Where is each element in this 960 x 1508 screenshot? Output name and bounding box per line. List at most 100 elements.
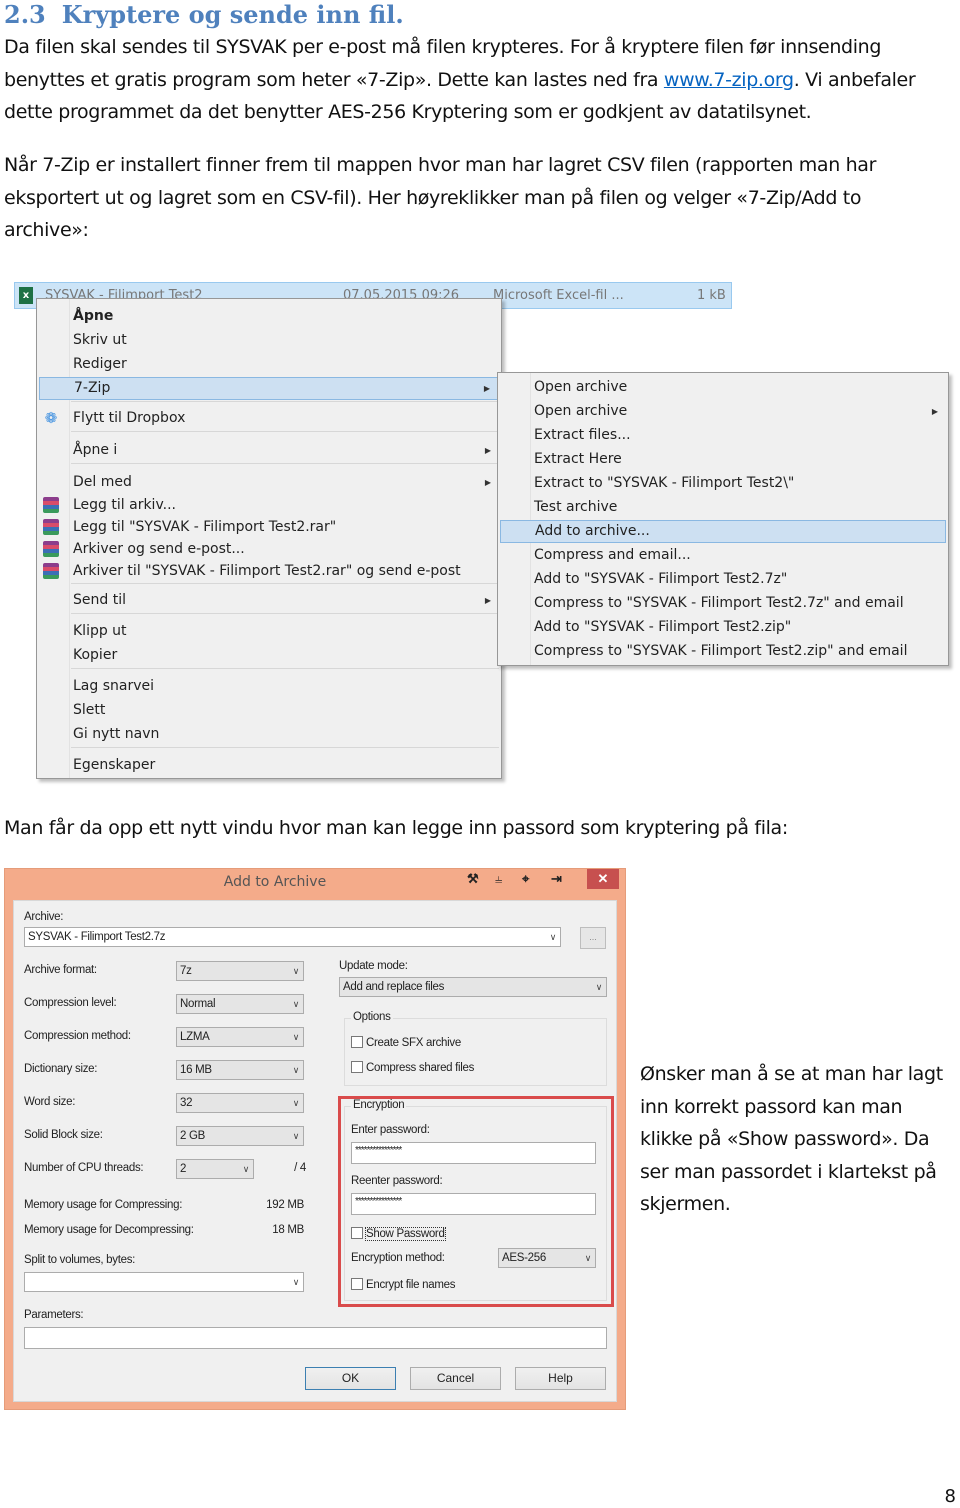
context-menu-item[interactable]: Legg til arkiv... <box>39 494 499 517</box>
reenter-password-input[interactable]: **************** <box>351 1193 596 1215</box>
menu-separator <box>71 463 499 464</box>
context-menu-item[interactable]: Del med ▶ <box>39 471 499 494</box>
context-menu-item[interactable]: ❁ Flytt til Dropbox <box>39 407 499 430</box>
chevron-right-icon: ▶ <box>483 384 490 393</box>
menu-item-label: Slett <box>73 702 106 718</box>
menu-item-label: Klipp ut <box>73 623 127 639</box>
menu-separator <box>71 668 499 669</box>
menu-separator <box>71 431 499 432</box>
chevron-down-icon: ∨ <box>595 982 603 992</box>
cancel-button[interactable]: Cancel <box>410 1367 501 1390</box>
chevron-down-icon: ∨ <box>292 1277 300 1287</box>
context-menu-item[interactable]: Gi nytt navn <box>39 723 499 746</box>
target-icon[interactable]: ⌖ <box>522 871 529 887</box>
create-sfx-checkbox[interactable]: Create SFX archive <box>351 1036 461 1049</box>
7zip-submenu: Open archive Open archive ▶ Extract files..… <box>497 372 949 666</box>
compression-level-select[interactable]: Normal ∨ <box>176 994 304 1014</box>
show-password-checkbox[interactable]: Show Password <box>351 1227 446 1241</box>
mem-compress-value: 192 MB <box>266 1199 304 1211</box>
submenu-item[interactable]: Extract to "SYSVAK - Filimport Test2\" <box>500 472 946 495</box>
browse-button[interactable]: ... <box>580 927 606 949</box>
update-mode-label: Update mode: <box>339 960 408 972</box>
submenu-item[interactable]: Open archive ▶ <box>500 400 946 423</box>
file-size: 1 kB <box>697 288 726 303</box>
context-menu-item[interactable]: 7-Zip ▶ <box>39 377 499 400</box>
menu-item-label: Kopier <box>73 647 118 663</box>
parameters-input[interactable] <box>24 1327 607 1349</box>
submenu-item[interactable]: Extract Here <box>500 448 946 471</box>
cpu-threads-select[interactable]: 2 ∨ <box>176 1159 254 1179</box>
context-menu-item[interactable]: Slett <box>39 699 499 722</box>
submenu-item[interactable]: Open archive <box>500 376 946 399</box>
context-menu-item[interactable]: Åpne <box>39 305 499 328</box>
encryption-method-label: Encryption method: <box>351 1252 445 1264</box>
close-button[interactable]: ✕ <box>587 869 619 889</box>
menu-item-label: Arkiver og send e-post... <box>73 541 245 557</box>
enter-password-label: Enter password: <box>351 1124 430 1136</box>
options-group: Options Create SFX archive Compress shar… <box>344 1011 607 1086</box>
compression-method-label: Compression method: <box>24 1030 131 1042</box>
screen-export-icon[interactable]: ⇥ <box>551 871 562 887</box>
context-menu-item[interactable]: Egenskaper <box>39 754 499 777</box>
solid-block-size-select[interactable]: 2 GB ∨ <box>176 1126 304 1146</box>
chevron-right-icon: ▶ <box>484 478 491 487</box>
section-number: 2.3 <box>4 0 46 29</box>
encryption-method-select[interactable]: AES-256 ∨ <box>498 1248 596 1268</box>
pin-icon[interactable]: ⫨ <box>495 871 502 887</box>
chevron-right-icon: ▶ <box>484 446 491 455</box>
submenu-item[interactable]: Add to "SYSVAK - Filimport Test2.zip" <box>500 616 946 639</box>
menu-separator <box>71 401 499 402</box>
context-menu-item[interactable]: Skriv ut <box>39 329 499 352</box>
winrar-icon <box>43 497 59 513</box>
winrar-icon <box>43 563 59 579</box>
menu-item-label: 7-Zip <box>74 380 111 396</box>
archive-combobox[interactable]: SYSVAK - Filimport Test2.7z ∨ <box>24 927 561 947</box>
context-menu-item[interactable]: Arkiver til "SYSVAK - Filimport Test2.ra… <box>39 560 499 583</box>
submenu-item[interactable]: Compress and email... <box>500 544 946 567</box>
context-menu-item[interactable]: Arkiver og send e-post... <box>39 538 499 561</box>
dictionary-size-select[interactable]: 16 MB ∨ <box>176 1060 304 1080</box>
compression-level-label: Compression level: <box>24 997 117 1009</box>
download-link[interactable]: www.7-zip.org <box>664 69 794 91</box>
menu-item-label: Arkiver til "SYSVAK - Filimport Test2.ra… <box>73 563 461 579</box>
help-button[interactable]: Help <box>515 1367 606 1390</box>
encryption-group: Encryption Enter password: *************… <box>344 1099 607 1301</box>
context-menu-item[interactable]: Klipp ut <box>39 620 499 643</box>
ok-button[interactable]: OK <box>305 1367 396 1390</box>
dropbox-icon: ❁ <box>44 409 58 427</box>
context-menu-item[interactable]: Kopier <box>39 644 499 667</box>
update-mode-select[interactable]: Add and replace files ∨ <box>339 977 607 997</box>
submenu-item[interactable]: Extract files... <box>500 424 946 447</box>
chevron-down-icon: ∨ <box>292 999 300 1009</box>
split-volumes-combobox[interactable]: ∨ <box>24 1272 304 1292</box>
context-menu-item[interactable]: Rediger <box>39 353 499 376</box>
submenu-item[interactable]: Compress to "SYSVAK - Filimport Test2.7z… <box>500 592 946 615</box>
word-size-select[interactable]: 32 ∨ <box>176 1093 304 1113</box>
context-menu-item[interactable]: Åpne i ▶ <box>39 439 499 462</box>
context-menu-item[interactable]: Legg til "SYSVAK - Filimport Test2.rar" <box>39 516 499 539</box>
archive-format-select[interactable]: 7z ∨ <box>176 961 304 981</box>
context-menu-item[interactable]: Lag snarvei <box>39 675 499 698</box>
dialog-body: Archive: SYSVAK - Filimport Test2.7z ∨ ..… <box>13 900 617 1402</box>
submenu-item[interactable]: Test archive <box>500 496 946 519</box>
chevron-down-icon: ∨ <box>292 1131 300 1141</box>
menu-item-label: Del med <box>73 474 132 490</box>
cpu-threads-max: / 4 <box>294 1162 306 1174</box>
submenu-item[interactable]: Add to "SYSVAK - Filimport Test2.7z" <box>500 568 946 591</box>
menu-item-label: Add to "SYSVAK - Filimport Test2.7z" <box>534 571 788 587</box>
compression-method-select[interactable]: LZMA ∨ <box>176 1027 304 1047</box>
file-type: Microsoft Excel-fil ... <box>493 288 624 303</box>
section-title: Kryptere og sende inn fil. <box>61 0 404 29</box>
chevron-down-icon: ∨ <box>292 1098 300 1108</box>
wrench-icon[interactable]: ⚒ <box>467 871 479 887</box>
encrypt-names-checkbox[interactable]: Encrypt file names <box>351 1278 456 1291</box>
enter-password-input[interactable]: **************** <box>351 1142 596 1164</box>
word-size-label: Word size: <box>24 1096 76 1108</box>
dialog-title: Add to Archive <box>223 874 327 890</box>
chevron-down-icon: ∨ <box>292 966 300 976</box>
submenu-item[interactable]: Compress to "SYSVAK - Filimport Test2.zi… <box>500 640 946 663</box>
submenu-item[interactable]: Add to archive... <box>500 520 946 543</box>
compress-shared-checkbox[interactable]: Compress shared files <box>351 1061 474 1074</box>
context-menu-item[interactable]: Send til ▶ <box>39 589 499 612</box>
menu-item-label: Rediger <box>73 356 127 372</box>
